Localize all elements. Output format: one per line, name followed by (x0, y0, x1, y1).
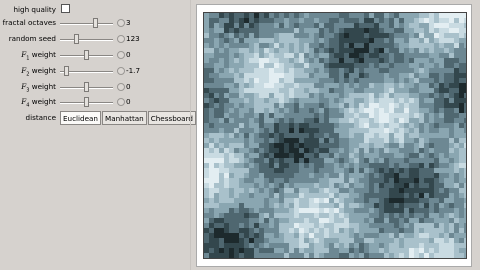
high-quality-checkbox[interactable] (61, 4, 70, 13)
random-seed-expand-button[interactable] (117, 35, 125, 43)
fractal-octaves-label: fractal octaves (2, 18, 56, 27)
random-seed-label: random seed (8, 34, 56, 43)
random-seed-value: 123 (126, 34, 140, 43)
noise-texture-graphic (204, 13, 466, 258)
distance-option-chessboard[interactable]: Chessboard (147, 111, 196, 125)
fractal-octaves-value: 3 (126, 18, 131, 27)
f3-weight-label: F3 weight (21, 82, 56, 94)
distance-label: distance (25, 113, 56, 122)
fractal-octaves-slider-thumb[interactable] (92, 18, 98, 28)
high-quality-row: high quality (0, 3, 190, 17)
output-frame (196, 4, 472, 267)
random-seed-slider[interactable] (60, 39, 113, 41)
random-seed-row: random seed 123 (0, 32, 190, 46)
f3-weight-expand-button[interactable] (117, 83, 125, 91)
f4-weight-expand-button[interactable] (117, 98, 125, 106)
texture-image (203, 12, 467, 259)
control-panel: high quality fractal octaves 3 random se… (0, 0, 480, 270)
f2-weight-row: F2 weight -1.7 (0, 64, 190, 78)
panel-divider (190, 0, 191, 270)
f1-weight-value: 0 (126, 50, 131, 59)
f3-weight-row: F3 weight 0 (0, 80, 190, 94)
f3-weight-slider-thumb[interactable] (84, 82, 89, 92)
f1-weight-label: F1 weight (21, 50, 56, 62)
f2-weight-value: -1.7 (126, 66, 141, 75)
f4-weight-value: 0 (126, 97, 131, 106)
distance-option-euclidean[interactable]: Euclidean (60, 111, 101, 125)
f4-weight-label: F4 weight (21, 97, 56, 109)
distance-selector: Euclidean Manhattan Chessboard (60, 111, 197, 125)
f4-weight-slider-thumb[interactable] (84, 97, 89, 107)
f4-weight-row: F4 weight 0 (0, 95, 190, 109)
fractal-octaves-expand-button[interactable] (117, 19, 125, 27)
random-seed-slider-thumb[interactable] (74, 34, 80, 44)
f2-weight-expand-button[interactable] (117, 67, 125, 75)
high-quality-label: high quality (13, 5, 56, 14)
f1-weight-row: F1 weight 0 (0, 48, 190, 62)
f3-weight-value: 0 (126, 82, 131, 91)
f2-weight-slider-thumb[interactable] (63, 66, 69, 76)
distance-option-manhattan[interactable]: Manhattan (102, 111, 147, 125)
f1-weight-slider-thumb[interactable] (84, 50, 89, 60)
fractal-octaves-row: fractal octaves 3 (0, 16, 190, 30)
f2-weight-label: F2 weight (21, 66, 56, 78)
f1-weight-expand-button[interactable] (117, 51, 125, 59)
fractal-octaves-slider[interactable] (60, 23, 113, 25)
